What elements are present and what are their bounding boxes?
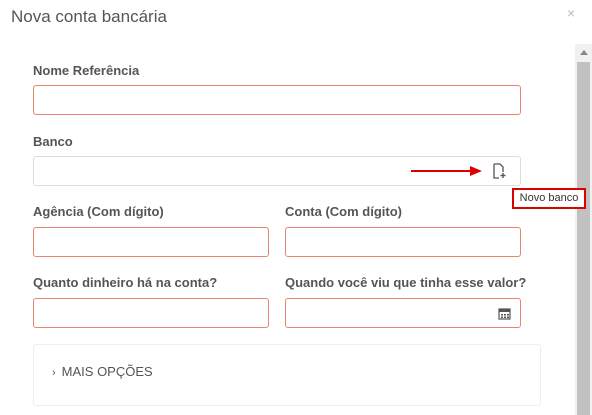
conta-input[interactable] (285, 227, 521, 257)
more-options-label: MAIS OPÇÕES (61, 364, 153, 379)
add-bank-icon[interactable] (491, 163, 507, 179)
close-icon[interactable]: × (567, 5, 575, 21)
quanto-dinheiro-label: Quanto dinheiro há na conta? (33, 275, 218, 290)
banco-label: Banco (33, 134, 73, 149)
modal-title: Nova conta bancária (11, 7, 167, 26)
quanto-dinheiro-input[interactable] (33, 298, 269, 328)
nome-referencia-label: Nome Referência (33, 63, 140, 78)
more-options-toggle[interactable]: › MAIS OPÇÕES (52, 364, 153, 379)
agencia-input[interactable] (33, 227, 269, 257)
quando-viu-date-input[interactable] (285, 298, 521, 328)
chevron-right-icon: › (52, 367, 56, 379)
nome-referencia-input[interactable] (33, 85, 521, 115)
conta-label: Conta (Com dígito) (285, 204, 402, 219)
quando-viu-label: Quando você viu que tinha esse valor? (285, 275, 527, 290)
calendar-icon[interactable] (498, 307, 511, 320)
scroll-up-arrow-icon[interactable] (575, 44, 592, 61)
agencia-label: Agência (Com dígito) (33, 204, 164, 219)
scrollbar-thumb[interactable] (577, 62, 590, 415)
annotation-arrow-icon (411, 166, 482, 176)
novo-banco-tooltip: Novo banco (512, 188, 586, 209)
